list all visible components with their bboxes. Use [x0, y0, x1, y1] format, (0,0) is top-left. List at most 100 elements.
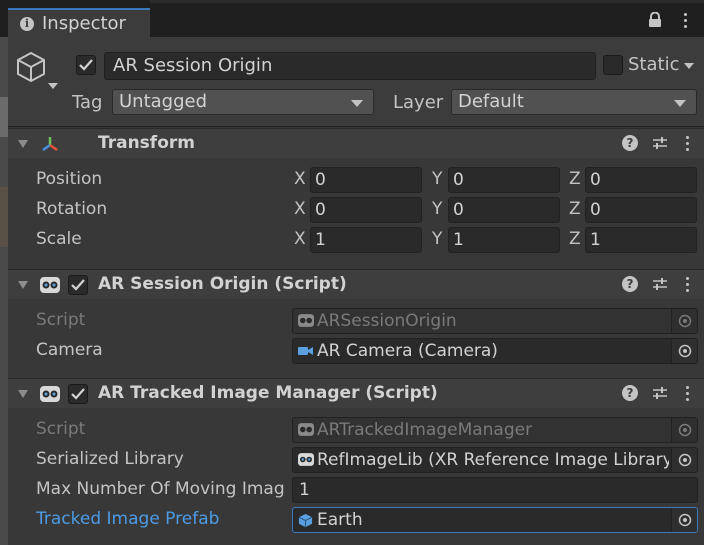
gameobject-header: AR Session Origin Static Tag Untagged La… [8, 37, 704, 127]
component-menu-icon[interactable] [682, 385, 692, 401]
tab-bar: i Inspector [0, 0, 704, 37]
tracked-image-prefab-field[interactable]: Earth [292, 507, 698, 533]
camera-label: Camera [36, 340, 103, 360]
max-moving-images-label: Max Number Of Moving Imag [36, 479, 285, 499]
component-enabled-checkbox[interactable] [68, 275, 88, 295]
position-y-field[interactable]: 0 [448, 167, 560, 193]
axis-x-label: X [294, 199, 306, 219]
scale-z-field[interactable]: 1 [585, 227, 697, 253]
help-icon[interactable]: ? [622, 385, 638, 401]
camera-field[interactable]: AR Camera (Camera) [292, 338, 698, 364]
presets-icon[interactable] [652, 386, 668, 400]
help-icon[interactable]: ? [622, 276, 638, 292]
scale-label: Scale [36, 229, 82, 249]
foldout-arrow-icon[interactable] [18, 281, 28, 289]
object-picker-icon [671, 309, 697, 333]
script-icon [40, 277, 60, 293]
checkmark-icon [71, 388, 85, 400]
scene-view-edge [0, 37, 8, 545]
tracked-image-prefab-value: Earth [317, 510, 363, 530]
prefab-cube-icon [298, 513, 313, 528]
position-z-field[interactable]: 0 [585, 167, 697, 193]
script-value: ARTrackedImageManager [317, 420, 533, 440]
tab-strip [150, 0, 704, 3]
layer-value: Default [458, 91, 524, 112]
inspector-content: AR Session Origin Static Tag Untagged La… [8, 37, 704, 545]
transform-title: Transform [98, 133, 195, 153]
presets-icon[interactable] [652, 277, 668, 291]
component-menu-icon[interactable] [682, 135, 692, 151]
tab-actions [648, 12, 690, 28]
ar-tracked-image-manager-header[interactable]: AR Tracked Image Manager (Script) ? [8, 378, 704, 408]
tag-value: Untagged [119, 91, 208, 112]
rotation-x-field[interactable]: 0 [310, 197, 422, 223]
lock-icon[interactable] [648, 12, 662, 28]
axis-y-label: Y [432, 229, 443, 249]
camera-value: AR Camera (Camera) [317, 341, 498, 361]
static-checkbox[interactable] [603, 55, 623, 75]
object-picker-icon[interactable] [671, 448, 697, 472]
object-picker-icon [671, 418, 697, 442]
tracked-image-prefab-label: Tracked Image Prefab [36, 509, 220, 529]
icon-dropdown-arrow[interactable] [48, 83, 58, 89]
ar-session-origin-title: AR Session Origin (Script) [98, 274, 347, 294]
camera-icon [298, 347, 313, 355]
axis-x-label: X [294, 169, 306, 189]
checkmark-icon [79, 59, 93, 71]
transform-icon [42, 137, 58, 152]
script-icon [40, 386, 60, 402]
object-name-field[interactable]: AR Session Origin [104, 52, 596, 80]
layer-dropdown[interactable]: Default [451, 89, 697, 115]
axis-y-label: Y [432, 199, 443, 219]
rotation-z-field[interactable]: 0 [585, 197, 697, 223]
script-value: ARSessionOrigin [317, 311, 457, 331]
component-enabled-checkbox[interactable] [68, 384, 88, 404]
script-icon [298, 314, 314, 327]
help-icon[interactable]: ? [622, 135, 638, 151]
static-label: Static [628, 54, 680, 75]
layer-label: Layer [393, 92, 444, 113]
foldout-arrow-icon[interactable] [18, 390, 28, 398]
ar-session-origin-header[interactable]: AR Session Origin (Script) ? [8, 269, 704, 299]
image-manager-script-field: ARTrackedImageManager [292, 417, 698, 443]
gameobject-cube-icon[interactable] [16, 51, 46, 83]
position-x-field[interactable]: 0 [310, 167, 422, 193]
max-moving-images-field[interactable]: 1 [292, 477, 698, 503]
chevron-down-icon [351, 100, 363, 107]
script-label: Script [36, 310, 86, 330]
presets-icon[interactable] [652, 136, 668, 150]
script-label: Script [36, 419, 86, 439]
transform-header[interactable]: Transform ? [8, 128, 704, 158]
serialized-library-label: Serialized Library [36, 449, 184, 469]
rotation-y-field[interactable]: 0 [448, 197, 560, 223]
ar-tracked-image-manager-title: AR Tracked Image Manager (Script) [98, 383, 438, 403]
scale-x-field[interactable]: 1 [310, 227, 422, 253]
static-dropdown-arrow[interactable] [684, 63, 694, 69]
serialized-library-value: RefImageLib (XR Reference Image Library) [317, 450, 669, 470]
chevron-down-icon [674, 100, 686, 107]
script-icon [298, 423, 314, 436]
active-checkbox[interactable] [76, 55, 96, 75]
position-label: Position [36, 169, 103, 189]
axis-z-label: Z [569, 169, 581, 189]
session-origin-script-field: ARSessionOrigin [292, 308, 698, 334]
script-asset-icon [298, 453, 314, 466]
scale-y-field[interactable]: 1 [448, 227, 560, 253]
tag-label: Tag [72, 92, 103, 113]
tab-label: Inspector [42, 13, 126, 34]
component-menu-icon[interactable] [682, 276, 692, 292]
tag-dropdown[interactable]: Untagged [112, 89, 374, 115]
checkmark-icon [71, 279, 85, 291]
object-picker-icon[interactable] [671, 508, 697, 532]
rotation-label: Rotation [36, 199, 108, 219]
tab-menu-icon[interactable] [680, 12, 690, 28]
axis-x-label: X [294, 229, 306, 249]
axis-z-label: Z [569, 229, 581, 249]
tab-inspector[interactable]: i Inspector [8, 8, 150, 37]
foldout-arrow-icon[interactable] [18, 140, 28, 148]
axis-y-label: Y [432, 169, 443, 189]
info-icon: i [20, 16, 34, 31]
axis-z-label: Z [569, 199, 581, 219]
object-picker-icon[interactable] [671, 339, 697, 363]
serialized-library-field[interactable]: RefImageLib (XR Reference Image Library) [292, 447, 698, 473]
